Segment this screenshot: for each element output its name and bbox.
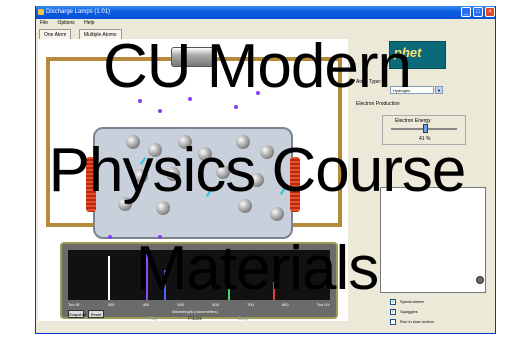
chevron-down-icon[interactable]: ▼ [435,86,443,94]
spectrometer-display [68,250,330,300]
spectral-line [164,270,166,300]
atom [198,147,212,161]
spectrometer-checkbox-label: Spectrometer [400,299,425,304]
axis-tick-label: Too UV [316,302,330,307]
minimize-button[interactable]: _ [461,7,471,17]
slider-percent: 41 % [419,136,431,142]
application-window: Discharge Lamps (1.01) _ □ × File Option… [35,6,496,334]
close-button[interactable]: × [485,7,495,17]
spectral-line [108,256,110,300]
spectral-line [146,254,148,300]
spectrometer-axis: Too IR 300 400 500 600 700 800 Too UV [68,302,330,307]
atom [260,145,274,159]
atom [156,201,170,215]
maximize-button[interactable]: □ [473,7,483,17]
electron-energy-box: Electron Energy 41 % [382,115,466,145]
squiggles-checkbox-label: Squiggles [400,309,418,314]
atom [250,173,264,187]
right-electrode-coil [290,157,300,212]
electron-energy-slider-thumb[interactable] [423,124,428,133]
electron [188,187,192,191]
menu-help[interactable]: Help [84,20,94,26]
axis-tick-label: 700 [247,302,254,307]
menu-options[interactable]: Options [57,20,74,26]
wavelength-caption: Wavelength (nanometers) [172,309,218,314]
atom-type-select[interactable]: Hydrogen [390,86,434,94]
spectrometer: Too IR 300 400 500 600 700 800 Too UV Wa… [60,242,338,319]
spectrometer-checkbox[interactable]: ✓ [390,299,396,305]
atom [148,143,162,157]
atom [178,135,192,149]
spectral-line [228,280,230,300]
axis-tick-label: 300 [107,302,115,307]
battery[interactable] [171,47,217,67]
zoom-knob[interactable] [476,276,484,284]
squiggles-checkbox[interactable]: ✓ [390,309,396,315]
atom [238,199,252,213]
atom-type-label: Atom Type: [356,79,382,85]
menu-file[interactable]: File [40,20,48,26]
energy-level-graph [380,187,486,293]
control-panel: phet Atom Type: Hydrogen ▼ Electron Prod… [352,39,494,331]
electron [138,99,142,103]
title-bar: Discharge Lamps (1.01) _ □ × [36,6,495,19]
snapshot-button[interactable]: Snapshot [68,310,86,318]
app-icon [38,9,44,15]
menu-bar: File Options Help [36,19,495,28]
axis-tick-label: 600 [212,302,219,307]
tab-one-atom[interactable]: One Atom [39,29,72,39]
play-button[interactable]: Play [148,316,158,322]
electron [158,235,162,239]
axis-tick-label: 500 [177,302,185,307]
electron [256,91,260,95]
atom [118,197,132,211]
simulation-canvas[interactable]: Too IR 300 400 500 600 700 800 Too UV Wa… [38,39,348,321]
reset-button[interactable]: Reset [88,310,104,318]
atom [236,135,250,149]
axis-tick-label: 800 [281,302,289,307]
electron [108,235,112,239]
atom [166,167,180,181]
electron [158,109,162,113]
electron [188,97,192,101]
atom [126,135,140,149]
axis-tick-label: Too IR [68,302,80,307]
spectral-line [273,282,275,300]
window-title: Discharge Lamps (1.01) [46,9,111,15]
atom [216,165,230,179]
electron [234,105,238,109]
axis-tick-label: 400 [142,302,150,307]
slow-motion-checkbox-label: Run in slow motion [400,319,434,324]
left-electrode-coil [86,157,96,212]
electron-production-label: Electron Production [356,101,400,107]
pause-button[interactable]: Pause [188,316,202,322]
logo-text: phet [394,45,422,60]
tab-multiple-atoms[interactable]: Multiple Atoms [79,29,122,39]
atom [270,207,284,221]
atom [134,169,148,183]
slow-motion-checkbox[interactable] [390,319,396,325]
phet-logo: phet [389,41,446,69]
step-button[interactable]: Step [238,316,248,322]
